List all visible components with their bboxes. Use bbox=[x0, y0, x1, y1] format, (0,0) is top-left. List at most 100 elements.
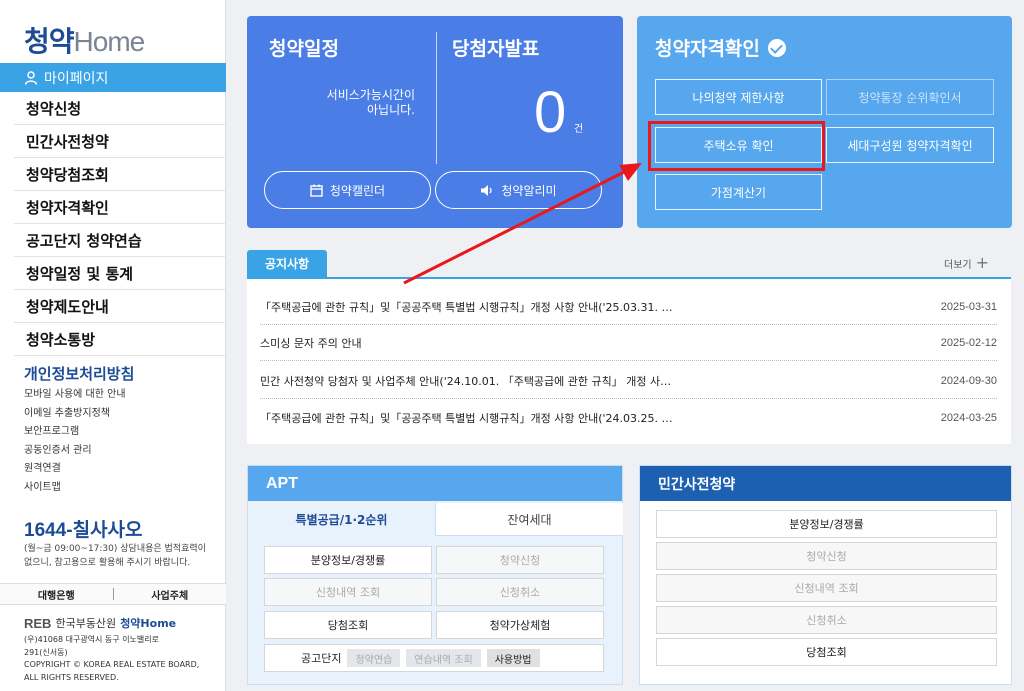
winner-count-unit: 건 bbox=[574, 124, 584, 135]
account-rank-button[interactable]: 청약통장 순위확인서 bbox=[826, 79, 994, 115]
private-title: 민간사전청약 bbox=[640, 466, 1011, 501]
reb-name: 한국부동산원 bbox=[55, 617, 117, 630]
sidebar-menu: 청약신청 민간사전청약 청약당첨조회 청약자격확인 공고단지 청약연습 청약일정… bbox=[0, 92, 226, 356]
sidebar-item-community[interactable]: 청약소통방 bbox=[14, 323, 226, 356]
mypage-label: 마이페이지 bbox=[44, 70, 109, 87]
private-cancel-button[interactable]: 신청취소 bbox=[656, 606, 997, 634]
site-logo[interactable]: 청약Home bbox=[24, 20, 146, 60]
apt-apply-button[interactable]: 청약신청 bbox=[436, 546, 604, 574]
list-item[interactable]: 스미싱 문자 주의 안내 2025-02-12 bbox=[260, 325, 997, 361]
address-line: (우)41068 대구광역시 동구 이노밸리로 bbox=[24, 635, 159, 644]
alarm-button[interactable]: 청약알리미 bbox=[435, 171, 602, 209]
winner-announce-title[interactable]: 당첨자발표 bbox=[452, 34, 539, 61]
apt-cancel-button[interactable]: 신청취소 bbox=[436, 578, 604, 606]
calendar-icon bbox=[310, 184, 323, 197]
person-icon bbox=[24, 70, 38, 85]
sidebar-item-apply[interactable]: 청약신청 bbox=[14, 92, 226, 125]
logo-home: Home bbox=[73, 26, 146, 57]
my-restriction-button[interactable]: 나의청약 제한사항 bbox=[655, 79, 822, 115]
list-item[interactable]: 「주택공급에 관한 규칙」및「공공주택 특별법 시행규칙」개정 사항 안내('2… bbox=[260, 289, 997, 325]
link-mobile-guide[interactable]: 모바일 사용에 대한 안내 bbox=[24, 386, 126, 405]
tab-remaining-units[interactable]: 잔여세대 bbox=[435, 503, 623, 536]
sidebar-item-practice[interactable]: 공고단지 청약연습 bbox=[14, 224, 226, 257]
private-apply-button[interactable]: 청약신청 bbox=[656, 542, 997, 570]
service-status: 서비스가능시간이 아닙니다. bbox=[267, 88, 415, 118]
notice-date: 2025-02-12 bbox=[940, 336, 997, 349]
reb-brand: REB bbox=[24, 615, 52, 631]
apt-sales-info-button[interactable]: 분양정보/경쟁률 bbox=[264, 546, 432, 574]
agency-bank-link[interactable]: 대행은행 bbox=[0, 587, 113, 602]
notice-list: 「주택공급에 관한 규칙」및「공공주택 특별법 시행규칙」개정 사항 안내('2… bbox=[247, 277, 1011, 444]
link-sitemap[interactable]: 사이트맵 bbox=[24, 479, 126, 498]
logo-prefix: 청약 bbox=[24, 26, 75, 57]
apt-history-button[interactable]: 신청내역 조회 bbox=[264, 578, 432, 606]
qualification-title: 청약자격확인 bbox=[655, 34, 786, 61]
more-link[interactable]: 더보기 + bbox=[944, 255, 989, 271]
notice-date: 2025-03-31 bbox=[940, 300, 997, 313]
usage-chip[interactable]: 사용방법 bbox=[486, 649, 540, 667]
tab-special-supply[interactable]: 특별공급/1·2순위 bbox=[248, 503, 435, 536]
private-history-button[interactable]: 신청내역 조회 bbox=[656, 574, 997, 602]
footer-links: 모바일 사용에 대한 안내 이메일 추출방지정책 보안프로그램 공동인증서 관리… bbox=[24, 386, 126, 497]
qualification-panel: 청약자격확인 나의청약 제한사항 청약통장 순위확인서 주택소유 확인 세대구성… bbox=[637, 16, 1012, 228]
point-calculator-button[interactable]: 가점계산기 bbox=[655, 174, 822, 210]
bank-bar: 대행은행 사업주체 bbox=[0, 583, 226, 605]
business-owner-link[interactable]: 사업주체 bbox=[114, 587, 227, 602]
service-status-line: 아닙니다. bbox=[367, 103, 415, 117]
divider bbox=[436, 32, 437, 164]
gongo-row: 공고단지 청약연습 연습내역 조회 사용방법 bbox=[264, 644, 604, 672]
notice-title: 민간 사전청약 당첨자 및 사업주체 안내('24.10.01. 「주택공급에 … bbox=[260, 374, 672, 388]
link-certificate[interactable]: 공동인증서 관리 bbox=[24, 442, 126, 461]
notice-title: 「주택공급에 관한 규칙」및「공공주택 특별법 시행규칙」개정 사항 안내('2… bbox=[260, 412, 673, 425]
apt-panel: APT 특별공급/1·2순위 잔여세대 분양정보/경쟁률 청약신청 신청내역 조… bbox=[247, 465, 623, 685]
house-ownership-button[interactable]: 주택소유 확인 bbox=[655, 127, 822, 163]
schedule-panel: 청약일정 당첨자발표 서비스가능시간이 아닙니다. 0 건 청약캘린더 청약알리… bbox=[247, 16, 623, 228]
address: (우)41068 대구광역시 동구 이노밸리로 291(신서동) COPYRIG… bbox=[24, 634, 214, 684]
sidebar: 청약Home 마이페이지 청약신청 민간사전청약 청약당첨조회 청약자격확인 공… bbox=[0, 0, 226, 691]
notice-tab[interactable]: 공지사항 bbox=[247, 250, 327, 277]
apt-winner-button[interactable]: 당첨조회 bbox=[264, 611, 432, 639]
household-qualification-button[interactable]: 세대구성원 청약자격확인 bbox=[826, 127, 994, 163]
list-item[interactable]: 「주택공급에 관한 규칙」및「공공주택 특별법 시행규칙」개정 사항 안내('2… bbox=[260, 400, 997, 436]
practice-history-chip[interactable]: 연습내역 조회 bbox=[406, 649, 481, 667]
sidebar-item-schedule-stats[interactable]: 청약일정 및 통계 bbox=[14, 257, 226, 290]
calendar-button[interactable]: 청약캘린더 bbox=[264, 171, 431, 209]
sidebar-item-qualification[interactable]: 청약자격확인 bbox=[14, 191, 226, 224]
practice-chip[interactable]: 청약연습 bbox=[347, 649, 401, 667]
support-hours: (월~금 09:00~17:30) 상담내용은 법적효력이 없으니, 참고용으로… bbox=[24, 544, 206, 568]
address-line: 291(신서동) bbox=[24, 647, 68, 657]
qualification-title-text: 청약자격확인 bbox=[655, 38, 760, 60]
mypage-link[interactable]: 마이페이지 bbox=[0, 63, 226, 92]
private-winner-button[interactable]: 당첨조회 bbox=[656, 638, 997, 666]
private-sales-info-button[interactable]: 분양정보/경쟁률 bbox=[656, 510, 997, 538]
sidebar-item-system-guide[interactable]: 청약제도안내 bbox=[14, 290, 226, 323]
copyright-line: COPYRIGHT © KOREA REAL ESTATE BOARD, bbox=[24, 660, 200, 669]
notice-date: 2024-03-25 bbox=[940, 412, 997, 424]
privacy-policy-link[interactable]: 개인정보처리방침 bbox=[24, 363, 134, 384]
notice-title: 「주택공급에 관한 규칙」및「공공주택 특별법 시행규칙」개정 사항 안내('2… bbox=[260, 300, 673, 314]
apt-title: APT bbox=[248, 466, 622, 501]
list-item[interactable]: 민간 사전청약 당첨자 및 사업주체 안내('24.10.01. 「주택공급에 … bbox=[260, 363, 997, 399]
reb-logo: REB 한국부동산원 청약Home bbox=[24, 615, 176, 631]
sidebar-item-private-pre-apply[interactable]: 민간사전청약 bbox=[14, 125, 226, 158]
check-circle-icon bbox=[767, 38, 786, 57]
speaker-icon bbox=[481, 184, 493, 196]
page: 청약Home 마이페이지 청약신청 민간사전청약 청약당첨조회 청약자격확인 공… bbox=[0, 0, 1024, 691]
link-security-program[interactable]: 보안프로그램 bbox=[24, 423, 126, 442]
notice-date: 2024-09-30 bbox=[940, 374, 997, 387]
schedule-title[interactable]: 청약일정 bbox=[269, 34, 339, 61]
alarm-button-label: 청약알리미 bbox=[501, 183, 557, 198]
reb-home: 청약Home bbox=[120, 617, 177, 630]
more-label: 더보기 bbox=[944, 259, 972, 271]
sidebar-item-winner-check[interactable]: 청약당첨조회 bbox=[14, 158, 226, 191]
plus-icon: + bbox=[975, 253, 990, 272]
calendar-button-label: 청약캘린더 bbox=[329, 183, 386, 198]
apt-virtual-experience-button[interactable]: 청약가상체험 bbox=[436, 611, 604, 639]
notice-title: 스미싱 문자 주의 안내 bbox=[260, 336, 362, 350]
winner-count: 0 bbox=[534, 80, 567, 145]
link-remote[interactable]: 원격연결 bbox=[24, 460, 126, 479]
link-email-policy[interactable]: 이메일 추출방지정책 bbox=[24, 405, 126, 424]
gongo-label: 공고단지 bbox=[301, 652, 342, 665]
copyright-line: ALL RIGHTS RESERVED. bbox=[24, 672, 119, 682]
private-panel: 민간사전청약 분양정보/경쟁률 청약신청 신청내역 조회 신청취소 당첨조회 bbox=[639, 465, 1012, 685]
